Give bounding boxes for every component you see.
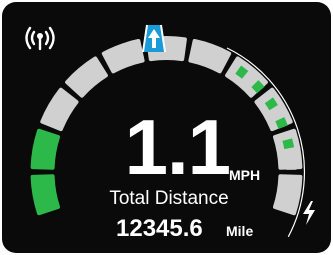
charge-segment	[286, 160, 297, 170]
lightning-bolt-icon	[299, 200, 319, 226]
gauge-segment	[30, 174, 60, 216]
gauge-segment	[273, 174, 303, 216]
gauge-segment	[30, 128, 60, 170]
speed-unit: MPH	[229, 167, 261, 183]
lane-straight-arrow-icon	[135, 23, 173, 53]
total-distance-label: Total Distance	[109, 188, 229, 209]
dashboard-screen: 1.1 MPH Total Distance 12345.6 Mile	[2, 2, 331, 253]
gauge-segment	[65, 56, 108, 98]
total-distance-value: 12345.6	[116, 215, 203, 242]
signal-broadcast-icon	[22, 24, 58, 52]
gauge-segment	[40, 87, 79, 132]
total-distance-unit: Mile	[226, 223, 254, 239]
speed-value: 1.1	[124, 103, 231, 191]
gauge-segment	[188, 39, 232, 74]
